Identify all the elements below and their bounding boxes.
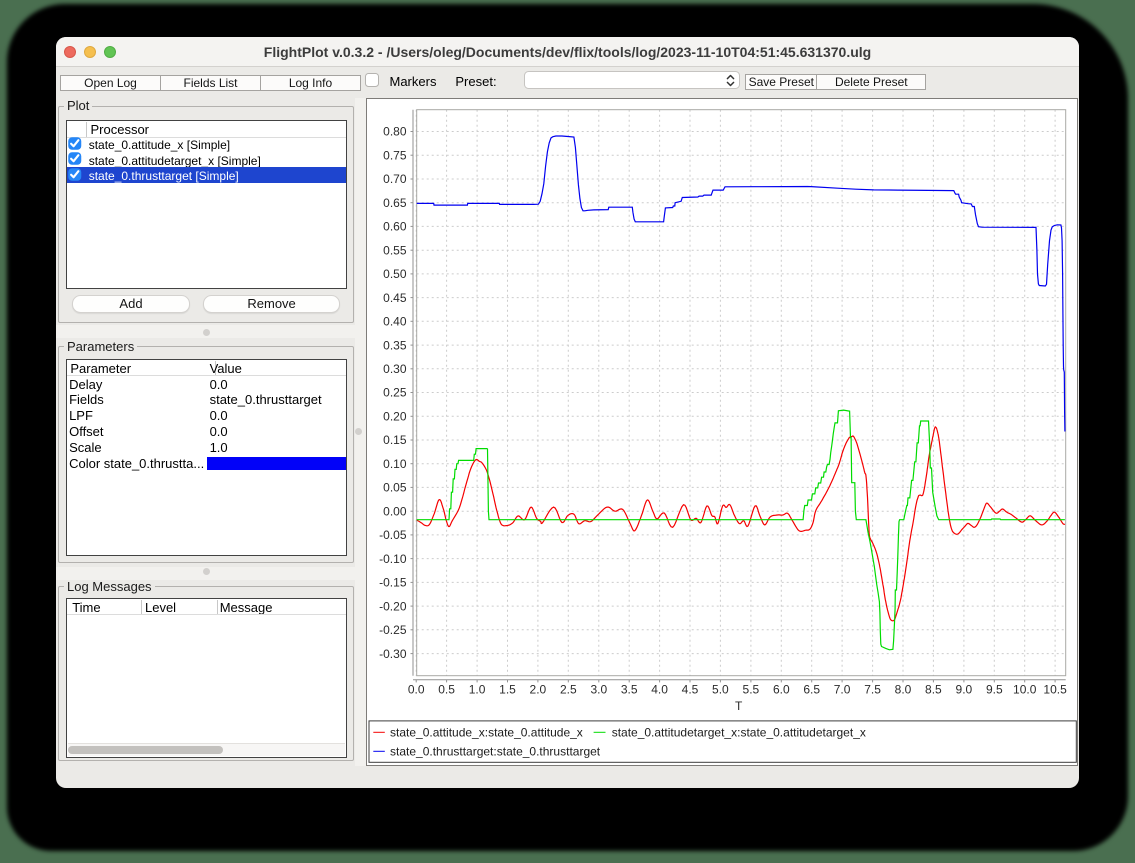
svg-text:state_0.attitudetarget_x:state: state_0.attitudetarget_x:state_0.attitud…: [611, 726, 865, 740]
svg-text:0.75: 0.75: [383, 149, 407, 163]
svg-text:-0.25: -0.25: [379, 623, 407, 637]
svg-text:10.0: 10.0: [1013, 683, 1037, 697]
svg-text:0.20: 0.20: [383, 410, 407, 424]
svg-text:5.5: 5.5: [742, 683, 759, 697]
svg-text:3.5: 3.5: [620, 683, 637, 697]
svg-text:9.5: 9.5: [985, 683, 1002, 697]
svg-text:8.0: 8.0: [894, 683, 911, 697]
svg-text:9.0: 9.0: [955, 683, 972, 697]
svg-text:0.5: 0.5: [438, 683, 455, 697]
svg-text:0.65: 0.65: [383, 196, 407, 210]
svg-text:state_0.thrusttarget:state_0.t: state_0.thrusttarget:state_0.thrusttarge…: [390, 745, 601, 759]
svg-text:1.5: 1.5: [499, 683, 516, 697]
svg-text:10.5: 10.5: [1043, 683, 1067, 697]
svg-text:3.0: 3.0: [590, 683, 607, 697]
svg-text:-0.30: -0.30: [379, 647, 407, 661]
svg-text:8.5: 8.5: [925, 683, 942, 697]
svg-text:2.5: 2.5: [559, 683, 576, 697]
svg-text:0.55: 0.55: [383, 244, 407, 258]
svg-text:6.0: 6.0: [772, 683, 789, 697]
svg-text:0.05: 0.05: [383, 481, 407, 495]
svg-text:0.35: 0.35: [383, 339, 407, 353]
svg-text:-0.10: -0.10: [379, 552, 407, 566]
svg-text:0.00: 0.00: [383, 505, 407, 519]
svg-text:1.0: 1.0: [468, 683, 485, 697]
svg-text:0.40: 0.40: [383, 315, 407, 329]
svg-text:0.80: 0.80: [383, 125, 407, 139]
svg-text:2.0: 2.0: [529, 683, 546, 697]
svg-text:0.45: 0.45: [383, 291, 407, 305]
svg-text:0.25: 0.25: [383, 386, 407, 400]
svg-text:0.15: 0.15: [383, 433, 407, 447]
svg-text:state_0.attitude_x:state_0.att: state_0.attitude_x:state_0.attitude_x: [390, 726, 583, 740]
svg-text:0.10: 0.10: [383, 457, 407, 471]
svg-text:7.0: 7.0: [833, 683, 850, 697]
svg-text:-0.05: -0.05: [379, 528, 407, 542]
svg-text:7.5: 7.5: [864, 683, 881, 697]
svg-text:6.5: 6.5: [803, 683, 820, 697]
svg-text:-0.15: -0.15: [379, 576, 407, 590]
svg-text:0.70: 0.70: [383, 172, 407, 186]
svg-text:0.60: 0.60: [383, 220, 407, 234]
svg-text:4.5: 4.5: [681, 683, 698, 697]
svg-text:0.30: 0.30: [383, 362, 407, 376]
svg-text:0.0: 0.0: [407, 683, 424, 697]
svg-text:4.0: 4.0: [651, 683, 668, 697]
svg-text:5.0: 5.0: [712, 683, 729, 697]
svg-text:0.50: 0.50: [383, 267, 407, 281]
svg-text:-0.20: -0.20: [379, 600, 407, 614]
svg-text:T: T: [735, 699, 743, 713]
